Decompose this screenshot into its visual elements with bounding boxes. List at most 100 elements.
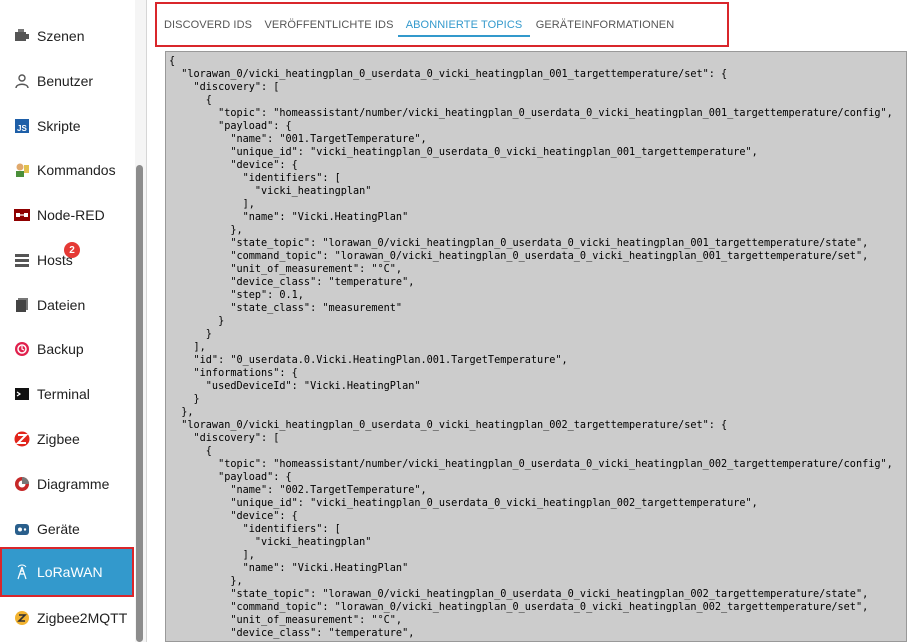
code-line: "step": 0.1,	[169, 290, 304, 301]
code-line: {	[169, 446, 212, 457]
backup-icon	[14, 341, 30, 357]
tab-label: VERÖFFENTLICHTE IDS	[264, 18, 394, 31]
code-line: "informations": {	[169, 368, 298, 379]
scenes-icon	[14, 28, 30, 44]
code-line: "vicki_heatingplan"	[169, 537, 372, 548]
javascript-icon: JS	[14, 118, 30, 134]
sidebar-item-label: Node-RED	[37, 207, 105, 223]
subscribed-topics-json-panel[interactable]: { "lorawan_0/vicki_heatingplan_0_userdat…	[165, 51, 907, 642]
code-line: "topic": "homeassistant/number/vicki_hea…	[169, 108, 893, 119]
code-line: },	[169, 576, 243, 587]
code-line: "name": "Vicki.HeatingPlan"	[169, 563, 409, 574]
sidebar-item-zigbee2mqtt[interactable]: Zigbee2MQTT	[0, 596, 134, 640]
svg-text:JS: JS	[17, 124, 27, 133]
tab-label: DISCOVERD IDS	[163, 18, 253, 31]
user-icon	[14, 73, 30, 89]
code-line: "device_class": "temperature",	[169, 277, 415, 288]
code-line: {	[169, 56, 176, 67]
code-line: },	[169, 407, 194, 418]
sidebar-item-backup[interactable]: Backup	[0, 327, 134, 371]
code-line: "device": {	[169, 160, 298, 171]
commands-icon	[14, 162, 30, 178]
sidebar-item-geraete[interactable]: Geräte	[0, 507, 134, 551]
sidebar-scrollbar-thumb[interactable]	[136, 165, 143, 642]
code-line: "lorawan_0/vicki_heatingplan_0_userdata_…	[169, 69, 728, 80]
sidebar-item-zigbee[interactable]: Zigbee	[0, 417, 134, 461]
files-icon	[14, 297, 30, 313]
sidebar-item-node-red[interactable]: Node-RED	[0, 193, 134, 237]
code-line: "unique_id": "vicki_heatingplan_0_userda…	[169, 147, 758, 158]
code-line: "id": "0_userdata.0.Vicki.HeatingPlan.00…	[169, 355, 568, 366]
lorawan-icon	[14, 564, 30, 580]
sidebar-item-label: Dateien	[37, 297, 86, 313]
sidebar: Szenen Benutzer JS Skripte Kommandos Nod…	[0, 0, 147, 642]
sidebar-item-diagramme[interactable]: Diagramme	[0, 462, 134, 506]
code-line: "state_class": "measurement"	[169, 303, 403, 314]
code-line: "command_topic": "lorawan_0/vicki_heatin…	[169, 251, 869, 262]
tab-abonnierte-topics[interactable]: ABONNIERTE TOPICS	[398, 4, 530, 45]
code-line: "usedDeviceId": "Vicki.HeatingPlan"	[169, 381, 421, 392]
sidebar-item-dateien[interactable]: Dateien	[0, 283, 134, 327]
sidebar-item-szenen[interactable]: Szenen	[0, 14, 134, 58]
sidebar-item-skripte[interactable]: JS Skripte	[0, 104, 134, 148]
sidebar-scrollbar[interactable]	[135, 0, 146, 642]
sidebar-item-label: Benutzer	[37, 73, 94, 89]
sidebar-item-label: Zigbee	[37, 431, 80, 447]
tab-bar: DISCOVERD IDS VERÖFFENTLICHTE IDS ABONNI…	[155, 2, 729, 47]
sidebar-item-terminal[interactable]: Terminal	[0, 372, 134, 416]
code-line: "lorawan_0/vicki_heatingplan_0_userdata_…	[169, 420, 728, 431]
sidebar-item-label: Kommandos	[37, 162, 116, 178]
sidebar-item-label: LoRaWAN	[37, 564, 103, 580]
sidebar-item-label: Geräte	[37, 521, 80, 537]
code-line: "discovery": [	[169, 82, 280, 93]
code-line: "state_topic": "lorawan_0/vicki_heatingp…	[169, 238, 869, 249]
tab-label: GERÄTEINFORMATIONEN	[535, 18, 675, 31]
code-line: "name": "001.TargetTemperature",	[169, 134, 427, 145]
code-line: },	[169, 225, 243, 236]
code-line: {	[169, 95, 212, 106]
node-red-icon	[14, 207, 30, 223]
code-line: "name": "Vicki.HeatingPlan"	[169, 212, 409, 223]
sidebar-item-label: Szenen	[37, 28, 85, 44]
zigbee-icon	[14, 431, 30, 447]
code-line: "identifiers": [	[169, 524, 341, 535]
code-line: }	[169, 329, 212, 340]
code-line: ],	[169, 199, 255, 210]
sidebar-item-kommandos[interactable]: Kommandos	[0, 148, 134, 192]
diagrams-icon	[14, 476, 30, 492]
terminal-icon	[14, 386, 30, 402]
code-line: "topic": "homeassistant/number/vicki_hea…	[169, 459, 893, 470]
tab-geraeteinformationen[interactable]: GERÄTEINFORMATIONEN	[530, 4, 680, 45]
code-line: "unique_id": "vicki_heatingplan_0_userda…	[169, 498, 758, 509]
sidebar-item-label: Terminal	[37, 386, 90, 402]
json-code-view: { "lorawan_0/vicki_heatingplan_0_userdat…	[169, 55, 893, 640]
code-line: "discovery": [	[169, 433, 280, 444]
sidebar-item-hosts[interactable]: Hosts 2	[0, 238, 134, 282]
code-line: "vicki_heatingplan"	[169, 186, 372, 197]
code-line: "state_topic": "lorawan_0/vicki_heatingp…	[169, 589, 869, 600]
code-line: "device_class": "temperature",	[169, 628, 415, 639]
zigbee2mqtt-icon	[14, 610, 30, 626]
code-line: "device": {	[169, 511, 298, 522]
code-line: "payload": {	[169, 472, 292, 483]
code-line: }	[169, 316, 225, 327]
code-line: ],	[169, 550, 255, 561]
code-line: "payload": {	[169, 121, 292, 132]
sidebar-item-lorawan[interactable]: LoRaWAN	[0, 547, 134, 597]
sidebar-item-label: Skripte	[37, 118, 81, 134]
sidebar-item-label: Backup	[37, 341, 84, 357]
code-line: "unit_of_measurement": "°C",	[169, 615, 403, 626]
tab-veroeffentlichte-ids[interactable]: VERÖFFENTLICHTE IDS	[259, 4, 399, 45]
sidebar-item-label: Diagramme	[37, 476, 110, 492]
hosts-notification-badge: 2	[64, 242, 80, 258]
sidebar-item-label: Zigbee2MQTT	[37, 610, 128, 626]
tab-discoverd-ids[interactable]: DISCOVERD IDS	[157, 4, 259, 45]
active-tab-indicator	[398, 35, 530, 37]
code-line: "command_topic": "lorawan_0/vicki_heatin…	[169, 602, 869, 613]
code-line: "name": "002.TargetTemperature",	[169, 485, 427, 496]
code-line: "identifiers": [	[169, 173, 341, 184]
code-line: "unit_of_measurement": "°C",	[169, 264, 403, 275]
tab-label: ABONNIERTE TOPICS	[405, 18, 523, 31]
sidebar-item-benutzer[interactable]: Benutzer	[0, 59, 134, 103]
code-line: }	[169, 394, 200, 405]
